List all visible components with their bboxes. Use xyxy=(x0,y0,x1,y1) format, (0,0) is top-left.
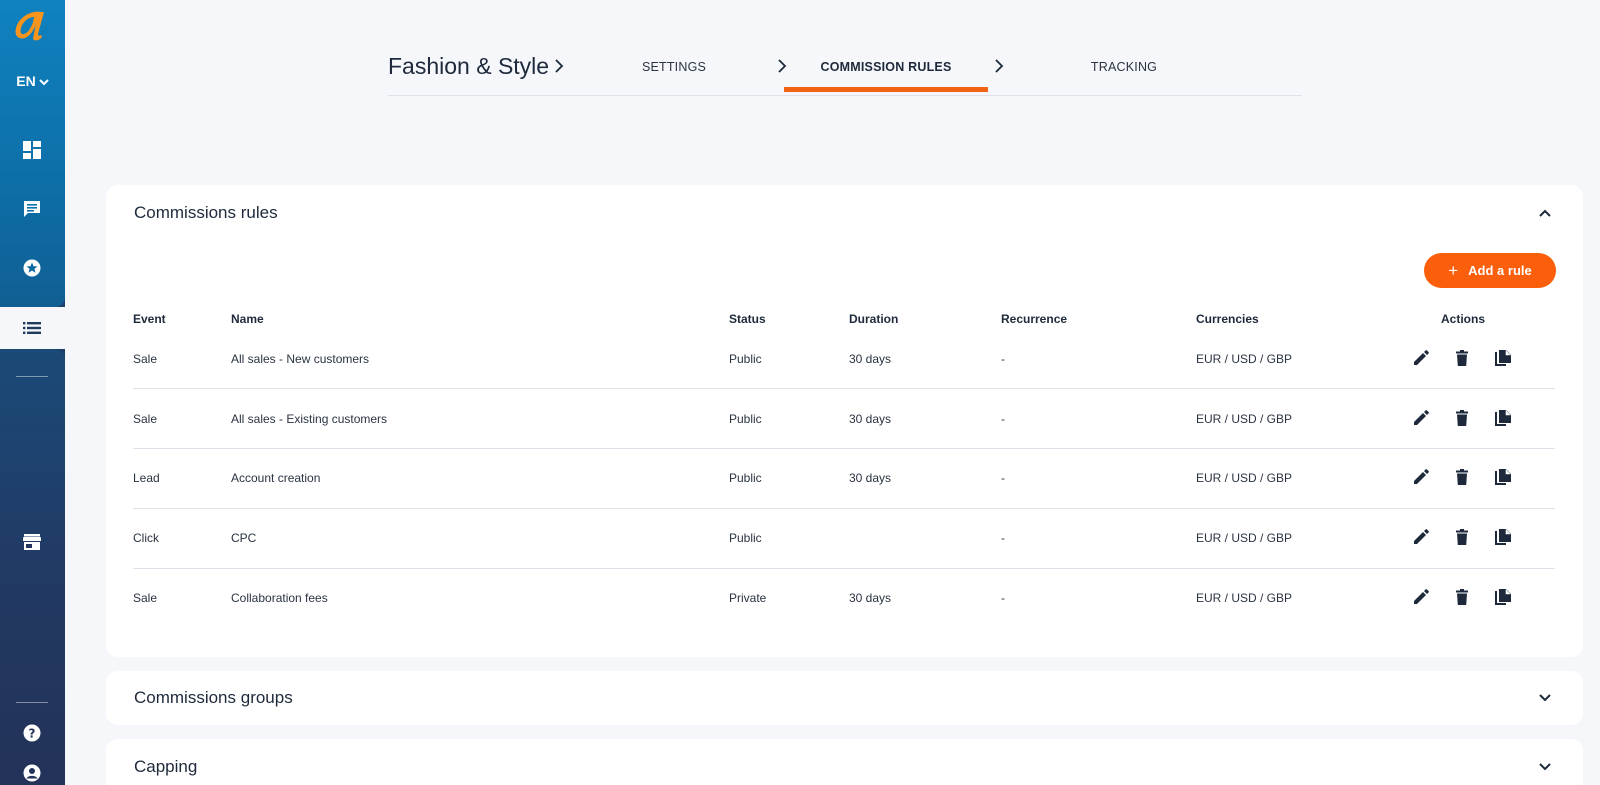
cell-event: Sale xyxy=(133,591,158,605)
delete-icon[interactable] xyxy=(1453,588,1473,608)
add-rule-button[interactable]: + Add a rule xyxy=(1424,253,1556,288)
cell-event: Click xyxy=(133,531,159,545)
delete-icon[interactable] xyxy=(1453,528,1473,548)
duplicate-icon[interactable] xyxy=(1494,528,1514,548)
chevron-up-icon[interactable] xyxy=(1537,205,1553,221)
capping-title: Capping xyxy=(134,757,198,776)
logo[interactable] xyxy=(11,8,51,48)
delete-icon[interactable] xyxy=(1453,468,1473,488)
chevron-right-icon xyxy=(994,58,1008,76)
tab-tracking[interactable]: TRACKING xyxy=(1054,60,1194,74)
cell-status: Public xyxy=(729,471,762,485)
cell-event: Lead xyxy=(133,471,160,485)
cell-name: All sales - New customers xyxy=(231,352,370,366)
svg-text:?: ? xyxy=(29,727,36,741)
tab-settings[interactable]: SETTINGS xyxy=(624,60,724,74)
capping-panel: Capping xyxy=(106,739,1583,785)
commission-groups-title: Commissions groups xyxy=(134,688,293,707)
cell-status: Public xyxy=(729,352,762,366)
cell-recurrence: - xyxy=(1001,412,1005,426)
cell-event: Sale xyxy=(133,352,158,366)
add-rule-label: Add a rule xyxy=(1468,263,1532,278)
list-icon[interactable] xyxy=(20,316,44,340)
cell-recurrence: - xyxy=(1001,471,1005,485)
cell-currencies: EUR / USD / GBP xyxy=(1196,412,1293,426)
sidebar-divider xyxy=(16,702,48,703)
chevron-down-icon[interactable] xyxy=(1537,690,1553,706)
cell-status: Private xyxy=(729,591,767,605)
sidebar: EN ? xyxy=(0,0,65,785)
edit-icon[interactable] xyxy=(1412,349,1432,369)
duplicate-icon[interactable] xyxy=(1494,409,1514,429)
chevron-right-icon xyxy=(554,58,568,76)
column-header-name: Name xyxy=(231,312,264,326)
cell-currencies: EUR / USD / GBP xyxy=(1196,471,1293,485)
language-label: EN xyxy=(16,73,36,89)
table-row: Sale All sales - New customers Public 30… xyxy=(133,352,1555,389)
chat-icon[interactable] xyxy=(20,197,44,221)
duplicate-icon[interactable] xyxy=(1494,588,1514,608)
star-badge-icon[interactable] xyxy=(20,256,44,280)
duplicate-icon[interactable] xyxy=(1494,468,1514,488)
cell-duration: 30 days xyxy=(849,412,892,426)
delete-icon[interactable] xyxy=(1453,349,1473,369)
active-tab-indicator xyxy=(784,87,988,92)
stepper-nav: Fashion & Style SETTINGS COMMISSION RULE… xyxy=(388,40,1302,96)
edit-icon[interactable] xyxy=(1412,468,1432,488)
cell-recurrence: - xyxy=(1001,531,1005,545)
edit-icon[interactable] xyxy=(1412,528,1432,548)
cell-duration: 30 days xyxy=(849,352,892,366)
cell-currencies: EUR / USD / GBP xyxy=(1196,352,1293,366)
chevron-down-icon xyxy=(39,77,49,89)
cell-name: CPC xyxy=(231,531,257,545)
column-header-event: Event xyxy=(133,312,166,326)
plus-icon: + xyxy=(1448,260,1459,280)
cell-recurrence: - xyxy=(1001,352,1005,366)
cell-duration: 30 days xyxy=(849,591,892,605)
account-icon[interactable] xyxy=(20,761,44,785)
store-icon[interactable] xyxy=(20,530,44,554)
language-selector[interactable]: EN xyxy=(0,73,65,89)
column-header-duration: Duration xyxy=(849,312,899,326)
edit-icon[interactable] xyxy=(1412,409,1432,429)
column-header-actions: Actions xyxy=(1441,312,1486,326)
cell-duration: 30 days xyxy=(849,471,892,485)
table-row: Click CPC Public - EUR / USD / GBP xyxy=(133,531,1555,569)
cell-status: Public xyxy=(729,412,762,426)
commission-groups-panel: Commissions groups xyxy=(106,671,1583,725)
cell-name: All sales - Existing customers xyxy=(231,412,388,426)
delete-icon[interactable] xyxy=(1453,409,1473,429)
commission-rules-title: Commissions rules xyxy=(134,203,278,222)
chevron-down-icon[interactable] xyxy=(1537,759,1553,775)
sidebar-bottom-section xyxy=(0,349,65,785)
edit-icon[interactable] xyxy=(1412,588,1432,608)
table-row: Lead Account creation Public 30 days - E… xyxy=(133,471,1555,509)
cell-name: Account creation xyxy=(231,471,321,485)
sidebar-divider xyxy=(16,376,48,377)
cell-status: Public xyxy=(729,531,762,545)
cell-name: Collaboration fees xyxy=(231,591,328,605)
page-title: Fashion & Style xyxy=(388,53,550,79)
tab-commission-rules[interactable]: COMMISSION RULES xyxy=(784,60,988,74)
cell-currencies: EUR / USD / GBP xyxy=(1196,531,1293,545)
help-icon[interactable]: ? xyxy=(20,721,44,745)
table-row: Sale All sales - Existing customers Publ… xyxy=(133,412,1555,449)
column-header-currencies: Currencies xyxy=(1196,312,1259,326)
cell-event: Sale xyxy=(133,412,158,426)
column-header-status: Status xyxy=(729,312,766,326)
column-header-recurrence: Recurrence xyxy=(1001,312,1068,326)
cell-currencies: EUR / USD / GBP xyxy=(1196,591,1293,605)
dashboard-icon[interactable] xyxy=(20,138,44,162)
table-row: Sale Collaboration fees Private 30 days … xyxy=(133,591,1555,621)
cell-recurrence: - xyxy=(1001,591,1005,605)
duplicate-icon[interactable] xyxy=(1494,349,1514,369)
